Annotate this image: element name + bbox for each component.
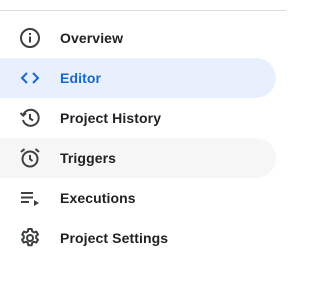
top-divider [0, 10, 286, 11]
sidebar-item-executions[interactable]: Executions [0, 178, 276, 218]
sidebar-item-project-history[interactable]: Project History [0, 98, 276, 138]
code-icon [18, 66, 42, 90]
sidebar: Overview Editor Project History Triggers… [0, 0, 286, 289]
sidebar-item-project-settings[interactable]: Project Settings [0, 218, 276, 258]
sidebar-item-editor[interactable]: Editor [0, 58, 276, 98]
sidebar-item-label: Editor [60, 70, 102, 86]
sidebar-item-label: Executions [60, 190, 136, 206]
sidebar-item-label: Triggers [60, 150, 117, 166]
sidebar-item-overview[interactable]: Overview [0, 18, 276, 58]
info-icon [18, 26, 42, 50]
playlist-play-icon [18, 186, 42, 210]
sidebar-item-label: Project Settings [60, 230, 169, 246]
sidebar-item-label: Project History [60, 110, 162, 126]
sidebar-nav: Overview Editor Project History Triggers… [0, 18, 286, 258]
sidebar-item-triggers[interactable]: Triggers [0, 138, 276, 178]
sidebar-item-label: Overview [60, 30, 124, 46]
gear-icon [18, 226, 42, 250]
history-icon [18, 106, 42, 130]
alarm-icon [18, 146, 42, 170]
